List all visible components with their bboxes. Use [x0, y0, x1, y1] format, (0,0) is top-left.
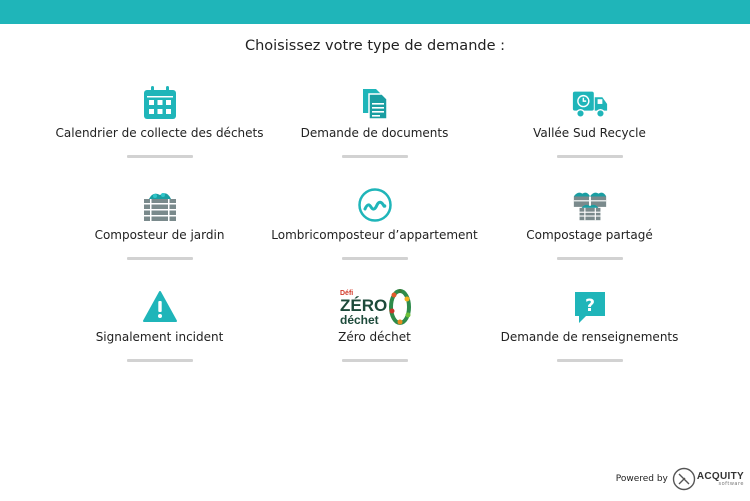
- acquity-mark-icon: [672, 467, 696, 491]
- powered-by-text: Powered by: [615, 474, 668, 484]
- question-bubble-icon: ?: [571, 288, 609, 326]
- card-lombricomposteur[interactable]: Lombricomposteur d’appartement: [267, 182, 482, 284]
- card-label: Demande de documents: [300, 126, 449, 140]
- brand-subtitle: software: [718, 480, 744, 487]
- page-title: Choisissez votre type de demande :: [244, 38, 506, 54]
- card-underline: [341, 257, 408, 260]
- card-underline: [126, 359, 193, 362]
- warning-icon: [141, 288, 179, 326]
- card-underline: [556, 257, 623, 260]
- card-demande-renseignements[interactable]: ? Demande de renseignements: [482, 284, 697, 386]
- card-underline: [341, 359, 408, 362]
- top-banner: [0, 0, 750, 24]
- card-underline: [556, 155, 623, 158]
- card-underline: [126, 257, 193, 260]
- card-label: Vallée Sud Recycle: [533, 126, 646, 140]
- card-label: Lombricomposteur d’appartement: [271, 228, 478, 242]
- worm-composter-icon: [356, 186, 394, 224]
- card-label: Composteur de jardin: [94, 228, 225, 242]
- card-label: Compostage partagé: [526, 228, 653, 242]
- truck-icon: [571, 84, 609, 122]
- brand-name: ACQUITY: [696, 470, 744, 482]
- request-type-grid: Calendrier de collecte des déchets Deman…: [52, 80, 698, 386]
- card-zero-dechet[interactable]: Défi ZÉRO déchet Zéro déchet: [267, 284, 482, 386]
- shared-composting-icon: [571, 186, 609, 224]
- card-label: Signalement incident: [95, 330, 224, 344]
- zero-logo-dechet: déchet: [340, 313, 379, 327]
- card-compostage-partage[interactable]: Compostage partagé: [482, 182, 697, 284]
- card-underline: [556, 359, 623, 362]
- calendar-icon: [141, 84, 179, 122]
- garden-composter-icon: [141, 186, 179, 224]
- card-composteur-jardin[interactable]: Composteur de jardin: [52, 182, 267, 284]
- card-demande-documents[interactable]: Demande de documents: [267, 80, 482, 182]
- acquity-logo[interactable]: ACQUITY software: [672, 467, 744, 491]
- card-label: Calendrier de collecte des déchets: [55, 126, 264, 140]
- zero-dechet-logo: Défi ZÉRO déchet: [338, 288, 412, 327]
- card-label: Zéro déchet: [338, 330, 411, 344]
- grid-row: Signalement incident Défi ZÉRO déchet Zé…: [52, 284, 698, 386]
- card-underline: [126, 155, 193, 158]
- grid-row: Composteur de jardin Lombricomposteur d’…: [52, 182, 698, 284]
- documents-icon: [356, 84, 394, 122]
- card-signalement-incident[interactable]: Signalement incident: [52, 284, 267, 386]
- card-vallee-sud-recycle[interactable]: Vallée Sud Recycle: [482, 80, 697, 182]
- powered-by-footer: Powered by ACQUITY software: [616, 467, 744, 491]
- card-calendrier-collecte[interactable]: Calendrier de collecte des déchets: [52, 80, 267, 182]
- grid-row: Calendrier de collecte des déchets Deman…: [52, 80, 698, 182]
- svg-text:?: ?: [585, 296, 595, 316]
- card-label: Demande de renseignements: [500, 330, 679, 344]
- card-underline: [341, 155, 408, 158]
